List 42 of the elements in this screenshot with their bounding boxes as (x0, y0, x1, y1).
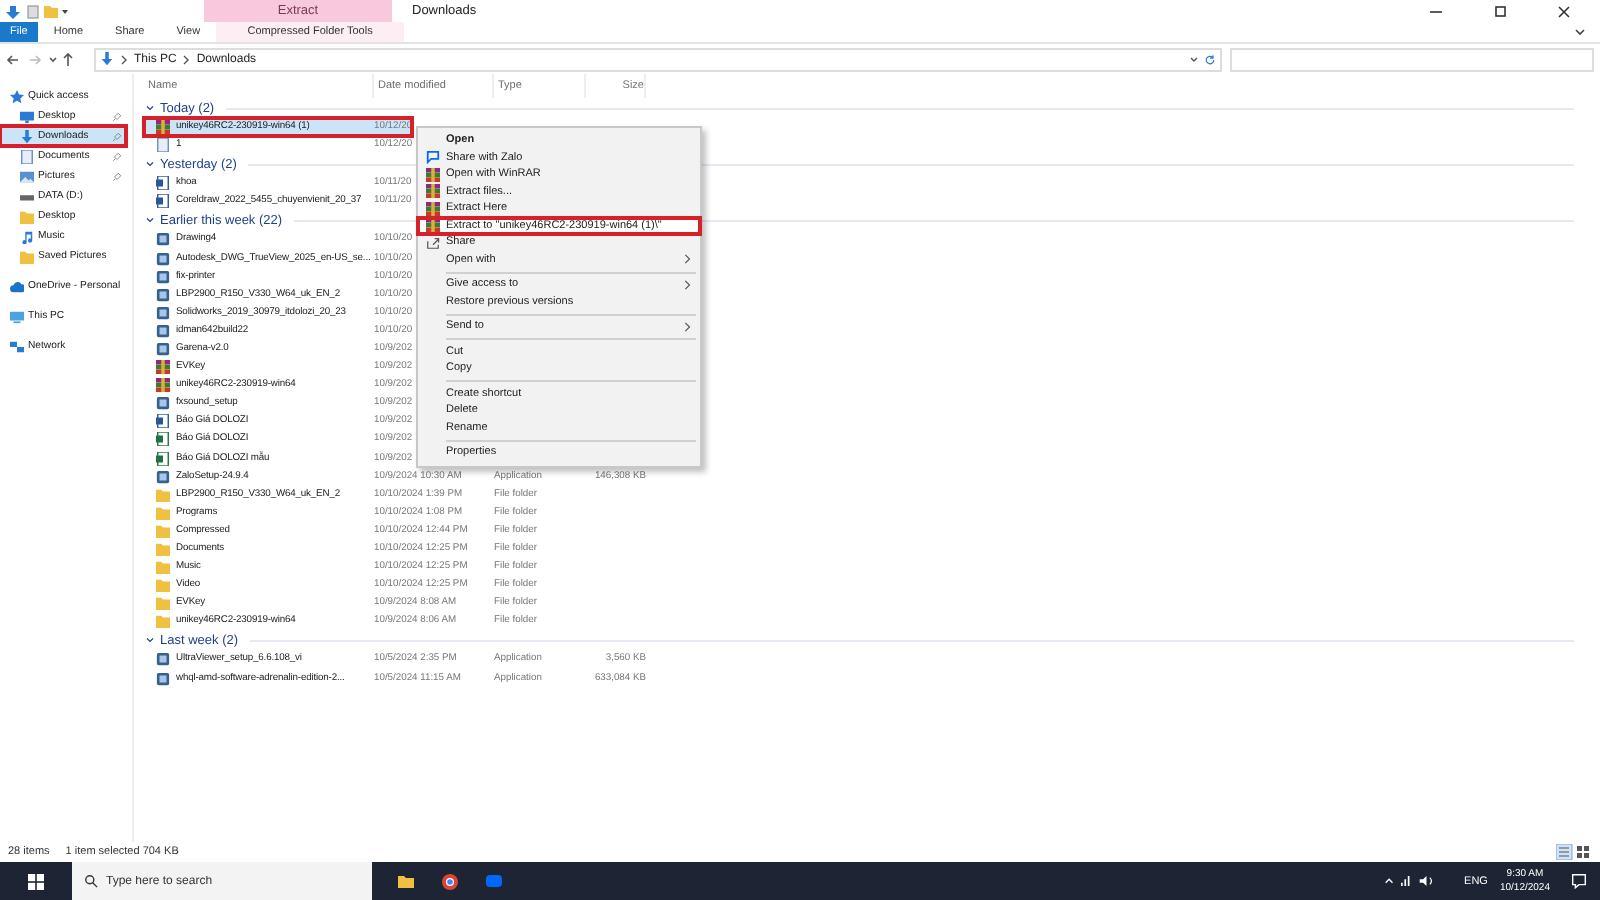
pin-icon (112, 171, 122, 181)
browser-icon[interactable] (440, 871, 460, 891)
chat-icon (425, 150, 439, 165)
share-icon (425, 235, 439, 250)
download-icon (100, 52, 114, 66)
spreadsheet-icon (156, 432, 170, 447)
document-icon (156, 414, 170, 429)
network-icon (10, 339, 24, 353)
pin-icon (112, 131, 122, 141)
pin-icon (112, 151, 122, 161)
document-icon (156, 194, 170, 209)
folder-icon (20, 209, 34, 223)
quick-access-toolbar-icon[interactable] (4, 3, 72, 19)
archive-icon (156, 120, 170, 135)
spreadsheet-icon (156, 451, 170, 466)
music-note-icon (20, 229, 34, 243)
pin-icon (112, 111, 122, 121)
search-icon (84, 874, 98, 888)
chevron-icon[interactable] (1572, 24, 1588, 40)
notification-icon[interactable] (1570, 872, 1588, 890)
search-field[interactable] (1230, 47, 1594, 71)
app-icon (156, 396, 170, 411)
folder-icon (20, 249, 34, 263)
computer-icon (10, 309, 24, 323)
chevron-icon (180, 51, 193, 67)
picture-icon (20, 169, 34, 183)
chevron-icon (118, 51, 130, 67)
chat-icon[interactable] (484, 871, 504, 891)
archive-icon (156, 378, 170, 393)
app-icon (156, 469, 170, 484)
download-icon (20, 129, 34, 143)
view-toggle-icon[interactable] (1556, 844, 1592, 860)
document-icon (156, 176, 170, 191)
file-icon (156, 138, 170, 153)
archive-icon (156, 360, 170, 375)
drive-icon (20, 189, 34, 203)
refresh-icon[interactable] (1204, 51, 1216, 67)
cloud-icon (10, 279, 24, 293)
folder-icon[interactable] (396, 871, 416, 891)
monitor-icon (20, 109, 34, 123)
start-icon[interactable] (26, 871, 46, 891)
star-icon (10, 89, 24, 103)
